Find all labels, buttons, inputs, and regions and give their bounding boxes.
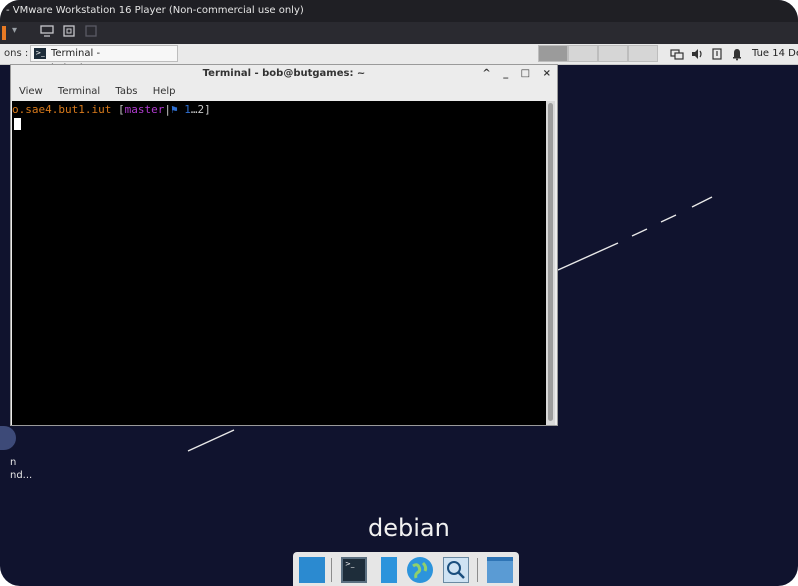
- home-folder-icon[interactable]: [487, 557, 513, 583]
- text-cursor: [14, 118, 21, 130]
- app-finder-icon[interactable]: [443, 557, 469, 583]
- terminal-icon[interactable]: >_: [341, 557, 367, 583]
- terminal-scrollbar[interactable]: [546, 101, 555, 425]
- prompt-branch: master: [124, 103, 165, 116]
- terminal-output[interactable]: o.sae4.but1.iut [master|⚑ 1…2]: [12, 101, 547, 425]
- minimize-button[interactable]: _: [503, 68, 508, 79]
- maximize-button[interactable]: ^: [482, 68, 490, 79]
- close-button[interactable]: ×: [543, 68, 551, 79]
- prompt-separator: |: [164, 103, 171, 116]
- menu-tabs[interactable]: Tabs: [115, 86, 137, 97]
- file-manager-icon[interactable]: [381, 557, 397, 583]
- terminal-menubar: View Terminal Tabs Help: [11, 83, 557, 100]
- restore-button[interactable]: □: [521, 68, 530, 79]
- prompt-line: o.sae4.but1.iut [master|⚑ 1…2]: [12, 103, 211, 116]
- desktop-icon-label: n nd...: [10, 456, 32, 482]
- desktop-icon-label-line1: n: [10, 457, 17, 468]
- desktop-icon-label-line2: nd...: [10, 470, 33, 481]
- show-desktop-icon[interactable]: [299, 557, 325, 583]
- debian-logo: debian: [368, 514, 450, 542]
- scrollbar-thumb[interactable]: [548, 103, 553, 421]
- terminal-window: Terminal - bob@butgames: ~ ^ _ □ × View …: [10, 64, 558, 426]
- dock: >_: [293, 552, 519, 586]
- dock-separator: [477, 558, 478, 582]
- screen: - VMware Workstation 16 Player (Non-comm…: [0, 0, 798, 586]
- menu-help[interactable]: Help: [153, 86, 176, 97]
- menu-terminal[interactable]: Terminal: [58, 86, 100, 97]
- dock-separator: [331, 558, 332, 582]
- prompt-path: o.sae4.but1.iut: [12, 103, 112, 116]
- menu-view[interactable]: View: [19, 86, 43, 97]
- web-browser-icon[interactable]: [407, 557, 433, 583]
- prompt-rest: …2]: [190, 103, 211, 116]
- window-buttons: ^ _ □ ×: [473, 65, 551, 83]
- prompt-status: ⚑ 1: [170, 103, 191, 116]
- prompt-bracket-open: [: [111, 103, 125, 116]
